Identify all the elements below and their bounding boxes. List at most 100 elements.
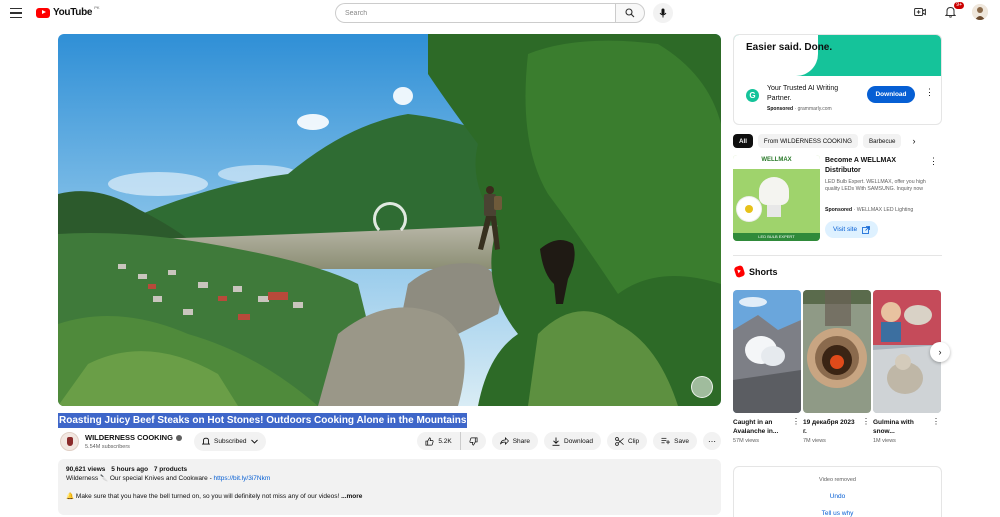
video-player[interactable]: [58, 34, 721, 406]
short-views: 1M views: [873, 438, 896, 444]
search-button[interactable]: [615, 3, 645, 23]
shorts-next-button[interactable]: ›: [930, 342, 950, 362]
chip-barbecue[interactable]: Barbecue: [862, 134, 902, 148]
chevron-right-icon: ›: [938, 347, 942, 357]
external-link-icon: [862, 225, 870, 234]
show-more-link[interactable]: ...more: [341, 493, 362, 500]
bell-icon: [944, 6, 956, 18]
short-item[interactable]: Gulmina with snow... 1M views ⋮: [873, 290, 941, 444]
description-text-1: Wilderness 🔪 Our special Knives and Cook…: [66, 475, 214, 482]
short-title[interactable]: Gulmina with snow...: [873, 418, 928, 436]
video-camera-plus-icon: [914, 8, 926, 16]
video-removed-card: Video removed Undo Tell us why: [733, 466, 942, 517]
like-count: 5.2K: [438, 437, 452, 445]
promo-title[interactable]: Become A WELLMAX Distributor: [825, 156, 925, 176]
loading-spinner: [373, 202, 407, 236]
short-more-icon[interactable]: ⋮: [932, 418, 940, 426]
share-button[interactable]: Share: [491, 432, 539, 450]
menu-icon[interactable]: [10, 8, 22, 18]
like-button[interactable]: 5.2K: [417, 432, 461, 450]
chip-from-channel[interactable]: From WILDERNESS COOKING: [757, 134, 858, 148]
shorts-header: Shorts: [733, 264, 778, 279]
youtube-logo[interactable]: YouTube PK: [36, 5, 101, 18]
clip-button[interactable]: Clip: [606, 432, 648, 450]
download-label: Download: [564, 437, 593, 445]
voice-search-button[interactable]: [653, 3, 673, 23]
short-title[interactable]: 19 декабря 2023 г.: [803, 418, 858, 436]
promo-more-icon[interactable]: ⋮: [929, 157, 938, 166]
short-views: 57M views: [733, 438, 759, 444]
description-meta: 90,621 views 5 hours ago 7 products: [66, 465, 713, 474]
short-item[interactable]: Caught in an Avalanche in... 57M views ⋮: [733, 290, 801, 444]
channel-watermark[interactable]: [691, 376, 713, 398]
video-actions: 5.2K Share Download Clip Save ⋯: [417, 432, 721, 450]
thumbs-down-icon: [469, 437, 478, 445]
promo-sponsored-line: Sponsored · WELLMAX LED Lighting: [825, 207, 914, 213]
chevron-down-icon: [250, 439, 258, 444]
ad-title[interactable]: Your Trusted AI Writing Partner.: [767, 84, 862, 104]
promo-thumbnail[interactable]: WELLMAX LED BULB EXPERT: [733, 155, 820, 241]
dislike-button[interactable]: [461, 432, 486, 450]
chip-all[interactable]: All: [733, 134, 753, 148]
scissors-icon: [615, 436, 624, 446]
short-more-icon[interactable]: ⋮: [862, 418, 870, 426]
download-icon: [552, 437, 560, 446]
grammarly-logo-icon: G: [746, 89, 759, 102]
subscribed-label: Subscribed: [214, 438, 247, 445]
ad-tagline: Easier said. Done.: [746, 42, 833, 53]
save-button[interactable]: Save: [653, 432, 697, 450]
channel-name[interactable]: WILDERNESS COOKING: [85, 433, 182, 442]
header-actions: 9+: [912, 2, 988, 20]
visit-site-button[interactable]: Visit site: [825, 221, 879, 238]
tell-us-why-link[interactable]: Tell us why: [734, 510, 941, 517]
clip-label: Clip: [627, 437, 640, 445]
promo-thumb-brand: WELLMAX: [761, 157, 792, 163]
short-views: 7M views: [803, 438, 826, 444]
short-more-icon[interactable]: ⋮: [792, 418, 800, 426]
search-icon: [625, 8, 635, 18]
subscribed-button[interactable]: Subscribed: [194, 432, 266, 451]
ad-body: G Your Trusted AI Writing Partner. Spons…: [734, 76, 941, 124]
description-text-2: 🔔 Make sure that you have the bell turne…: [66, 493, 342, 500]
description-line-1: Wilderness 🔪 Our special Knives and Cook…: [66, 474, 713, 483]
short-thumbnail[interactable]: [803, 290, 871, 413]
chevron-right-icon[interactable]: ›: [912, 136, 915, 146]
short-item[interactable]: 19 декабря 2023 г. 7M views ⋮: [803, 290, 871, 444]
ad-more-icon[interactable]: ⋮: [925, 88, 934, 97]
related-chips: All From WILDERNESS COOKING Barbecue ›: [733, 134, 915, 148]
share-icon: [499, 437, 509, 445]
short-thumbnail[interactable]: [733, 290, 801, 413]
bell-icon: [202, 437, 210, 445]
logo-text: YouTube: [53, 7, 93, 18]
ad-sponsored-label: Sponsored: [767, 106, 794, 112]
create-button[interactable]: [912, 4, 928, 20]
notifications-button[interactable]: 9+: [942, 2, 964, 20]
upload-age: 5 hours ago: [111, 466, 149, 473]
logo-country-code: PK: [94, 5, 100, 10]
download-button[interactable]: Download: [544, 432, 601, 450]
channel-avatar[interactable]: [60, 432, 79, 451]
shorts-heading: Shorts: [749, 266, 778, 277]
undo-link[interactable]: Undo: [734, 493, 941, 500]
account-avatar[interactable]: [972, 4, 988, 20]
bulb-graphic: [759, 177, 789, 205]
video-removed-text: Video removed: [819, 477, 856, 483]
search-input[interactable]: [335, 3, 615, 23]
products-count[interactable]: 7 products: [154, 466, 187, 473]
subscriber-count: 5.54M subscribers: [85, 444, 130, 450]
share-label: Share: [512, 437, 531, 445]
promoted-item[interactable]: WELLMAX LED BULB EXPERT Become A WELLMAX…: [733, 155, 942, 245]
ad-download-button[interactable]: Download: [867, 86, 915, 103]
ad-banner[interactable]: Easier said. Done.: [734, 35, 941, 76]
microphone-icon: [659, 8, 667, 18]
shorts-icon: [733, 264, 746, 279]
description-link[interactable]: https://bit.ly/3i7Nkm: [214, 475, 271, 482]
grammarly-ad-card[interactable]: Easier said. Done. G Your Trusted AI Wri…: [733, 34, 942, 125]
description-line-2: 🔔 Make sure that you have the bell turne…: [66, 492, 713, 501]
more-horizontal-icon: ⋯: [708, 436, 716, 446]
notification-badge: 9+: [954, 2, 964, 9]
more-actions-button[interactable]: ⋯: [703, 432, 721, 450]
shorts-shelf: Caught in an Avalanche in... 57M views ⋮…: [733, 290, 950, 455]
short-title[interactable]: Caught in an Avalanche in...: [733, 418, 788, 436]
description-box[interactable]: 90,621 views 5 hours ago 7 products Wild…: [58, 459, 721, 515]
